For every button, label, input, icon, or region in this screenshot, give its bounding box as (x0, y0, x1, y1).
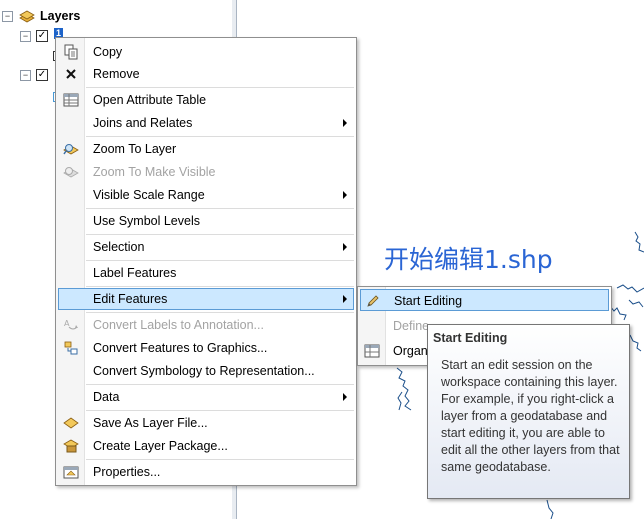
menu-separator (86, 87, 354, 88)
convert-labels-icon: A (64, 319, 78, 330)
submenu-arrow-icon (343, 295, 347, 303)
map-boundary-line (629, 334, 642, 352)
menu-item-zoom-to-layer[interactable]: Zoom To Layer (58, 138, 354, 160)
tooltip-body: Start an edit session on the workspace c… (441, 358, 620, 474)
table-icon (63, 93, 79, 107)
menu-separator (86, 208, 354, 209)
menu-item-label-features[interactable]: Label Features (58, 262, 354, 284)
copy-icon (64, 44, 78, 60)
map-boundary-line (546, 499, 554, 519)
layer-package-icon (63, 439, 79, 453)
menu-item-zoom-to-make-visible[interactable]: Zoom To Make Visible (58, 161, 354, 183)
map-boundary-line (609, 305, 627, 321)
map-annotation-text: 开始编辑1.shp (384, 245, 553, 274)
submenu-arrow-icon (343, 393, 347, 401)
menu-item-start-editing[interactable]: Start Editing (360, 289, 609, 311)
menu-item-edit-features[interactable]: Edit Features (58, 288, 354, 310)
collapse-toggle[interactable]: − (20, 30, 31, 42)
menu-separator (86, 312, 354, 313)
submenu-arrow-icon (343, 119, 347, 127)
menu-separator (86, 286, 354, 287)
pencil-icon (367, 295, 379, 307)
menu-separator (86, 234, 354, 235)
layer-visibility-checkbox[interactable]: ✓ (36, 30, 48, 42)
menu-item-remove[interactable]: Remove (58, 63, 354, 85)
submenu-arrow-icon (343, 243, 347, 251)
menu-separator (86, 410, 354, 411)
collapse-toggle[interactable]: − (2, 10, 13, 22)
submenu-arrow-icon (343, 191, 347, 199)
menu-item-convert-labels-to-annotation[interactable]: A Convert Labels to Annotation... (58, 314, 354, 336)
layer-file-icon (63, 417, 79, 429)
map-boundary-line (397, 391, 403, 411)
svg-text:A: A (64, 319, 70, 328)
map-boundary-line (616, 284, 644, 293)
menu-item-copy[interactable]: Copy (58, 41, 354, 63)
menu-item-joins-and-relates[interactable]: Joins and Relates (58, 112, 354, 134)
tooltip-title: Start Editing (433, 331, 508, 345)
map-boundary-line (628, 299, 644, 308)
menu-item-properties[interactable]: Properties... (58, 461, 354, 483)
menu-item-use-symbol-levels[interactable]: Use Symbol Levels (58, 210, 354, 232)
menu-item-visible-scale-range[interactable]: Visible Scale Range (58, 184, 354, 206)
properties-icon (63, 466, 79, 479)
remove-icon (66, 69, 76, 79)
menu-item-open-attribute-table[interactable]: Open Attribute Table (58, 89, 354, 111)
menu-separator (86, 136, 354, 137)
zoom-visible-icon (63, 167, 79, 178)
tree-root-row[interactable]: − Layers (2, 7, 80, 25)
menu-separator (86, 260, 354, 261)
menu-item-data[interactable]: Data (58, 386, 354, 408)
map-boundary-line (634, 231, 644, 253)
convert-graphics-icon (64, 341, 78, 355)
menu-separator (86, 459, 354, 460)
menu-separator (86, 384, 354, 385)
menu-item-create-layer-package[interactable]: Create Layer Package... (58, 435, 354, 457)
menu-item-selection[interactable]: Selection (58, 236, 354, 258)
zoom-layer-icon (63, 144, 79, 155)
menu-item-save-as-layer-file[interactable]: Save As Layer File... (58, 412, 354, 434)
menu-item-convert-symbology-to-representation[interactable]: Convert Symbology to Representation... (58, 360, 354, 382)
layer-context-menu: Copy Remove Open Attribute Table Joins a… (55, 37, 357, 486)
layers-root-label: Layers (40, 9, 81, 23)
layer-visibility-checkbox[interactable]: ✓ (36, 69, 48, 81)
map-boundary-line (396, 367, 412, 411)
menu-item-convert-features-to-graphics[interactable]: Convert Features to Graphics... (58, 337, 354, 359)
organize-icon (364, 344, 380, 358)
tree-layer-row[interactable]: − ✓ (20, 66, 48, 84)
layers-icon (19, 10, 35, 23)
start-editing-tooltip: Start Editing Start an edit session on t… (427, 324, 630, 499)
tree-layer-row[interactable]: − ✓ (20, 27, 48, 45)
collapse-toggle[interactable]: − (20, 69, 31, 81)
